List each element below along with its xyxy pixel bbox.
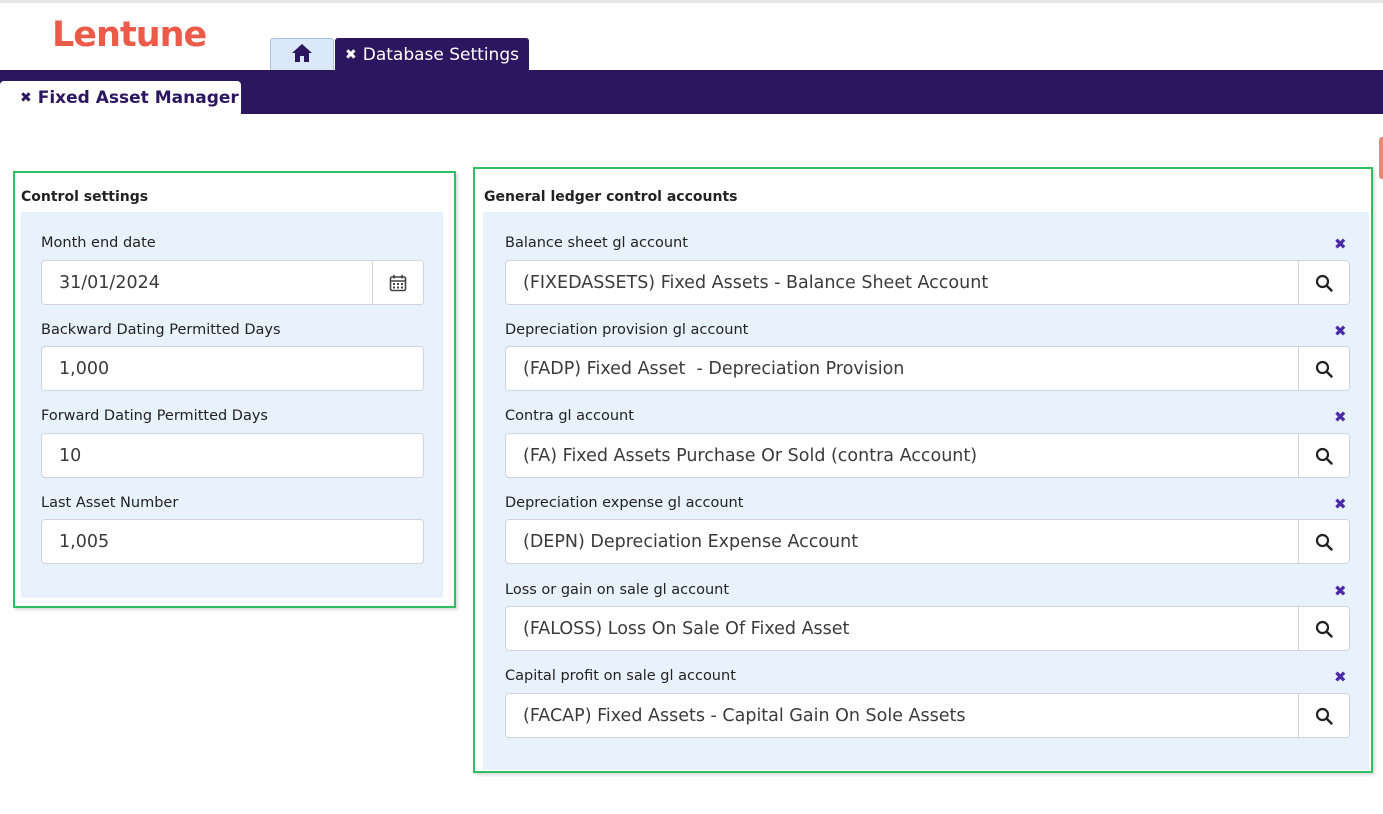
month-end-date-input[interactable]: 31/01/2024 [41, 260, 424, 305]
backward-dating-input[interactable]: 1,000 [41, 346, 424, 391]
contra-gl-label: Contra gl account [505, 408, 634, 424]
depreciation-provision-gl-label: Depreciation provision gl account [505, 322, 749, 338]
contra-gl-input[interactable]: (FA) Fixed Assets Purchase Or Sold (cont… [505, 433, 1350, 478]
home-icon [291, 43, 313, 67]
tab-database-settings[interactable]: ✖ Database Settings [335, 38, 529, 71]
panel-title: Control settings [21, 189, 149, 205]
tab-fixed-asset-manager[interactable]: ✖ Fixed Asset Manager [0, 81, 241, 114]
capital-profit-gl-input[interactable]: (FACAP) Fixed Assets - Capital Gain On S… [505, 693, 1350, 738]
search-button[interactable] [1298, 261, 1349, 304]
search-button[interactable] [1298, 434, 1349, 477]
search-icon [1315, 533, 1333, 551]
app-logo: Lentune [52, 15, 207, 55]
search-icon [1315, 447, 1333, 465]
panel-title: General ledger control accounts [484, 189, 738, 205]
search-icon [1315, 360, 1333, 378]
gl-control-accounts-panel: General ledger control accounts Balance … [473, 167, 1373, 773]
search-button[interactable] [1298, 607, 1349, 650]
loss-gain-gl-label: Loss or gain on sale gl account [505, 582, 730, 598]
clear-icon[interactable]: ✖ [1334, 495, 1347, 513]
close-icon[interactable]: ✖ [20, 90, 32, 106]
backward-dating-label: Backward Dating Permitted Days [41, 322, 281, 338]
depreciation-expense-gl-label: Depreciation expense gl account [505, 495, 744, 511]
forward-dating-input[interactable]: 10 [41, 433, 424, 478]
last-asset-number-label: Last Asset Number [41, 495, 179, 511]
search-icon [1315, 620, 1333, 638]
search-button[interactable] [1298, 520, 1349, 563]
control-settings-panel: Control settings Month end date 31/01/20… [13, 171, 456, 608]
search-icon [1315, 274, 1333, 292]
search-button[interactable] [1298, 347, 1349, 390]
calendar-icon [389, 274, 407, 291]
depreciation-expense-gl-input[interactable]: (DEPN) Depreciation Expense Account [505, 519, 1350, 564]
clear-icon[interactable]: ✖ [1334, 668, 1347, 686]
tab-label: Database Settings [362, 44, 519, 65]
home-tab[interactable] [270, 38, 334, 71]
clear-icon[interactable]: ✖ [1334, 235, 1347, 253]
clear-icon[interactable]: ✖ [1334, 322, 1347, 340]
gl-accounts-body: Balance sheet gl account ✖ (FIXEDASSETS)… [483, 212, 1369, 770]
tab-label: Fixed Asset Manager [37, 87, 239, 108]
calendar-button[interactable] [372, 261, 423, 304]
forward-dating-label: Forward Dating Permitted Days [41, 408, 268, 424]
search-icon [1315, 707, 1333, 725]
clear-icon[interactable]: ✖ [1334, 582, 1347, 600]
month-end-date-label: Month end date [41, 235, 156, 251]
clear-icon[interactable]: ✖ [1334, 408, 1347, 426]
control-settings-body: Month end date 31/01/2024 Backward Datin… [21, 212, 443, 598]
last-asset-number-input[interactable]: 1,005 [41, 519, 424, 564]
top-divider [0, 0, 1383, 3]
depreciation-provision-gl-input[interactable]: (FADP) Fixed Asset - Depreciation Provis… [505, 346, 1350, 391]
capital-profit-gl-label: Capital profit on sale gl account [505, 668, 736, 684]
close-icon[interactable]: ✖ [345, 47, 357, 63]
balance-sheet-gl-input[interactable]: (FIXEDASSETS) Fixed Assets - Balance She… [505, 260, 1350, 305]
loss-gain-gl-input[interactable]: (FALOSS) Loss On Sale Of Fixed Asset [505, 606, 1350, 651]
balance-sheet-gl-label: Balance sheet gl account [505, 235, 688, 251]
side-edge-tab[interactable] [1379, 137, 1383, 179]
search-button[interactable] [1298, 694, 1349, 737]
